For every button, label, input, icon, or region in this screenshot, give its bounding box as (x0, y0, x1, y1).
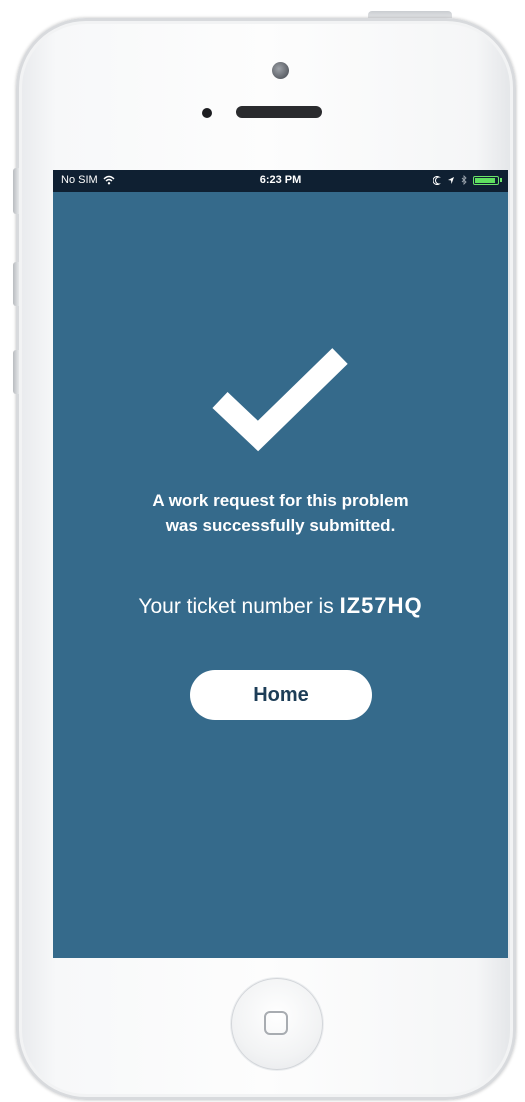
device-mockup: No SIM 6:23 PM A work request for this p… (0, 0, 525, 1102)
success-message-line2: was successfully submitted. (165, 516, 396, 535)
checkmark-icon (212, 348, 348, 452)
moon-icon (433, 175, 440, 185)
app-screen: No SIM 6:23 PM A work request for this p… (53, 170, 508, 958)
battery-cap (500, 178, 502, 182)
earpiece-speaker (236, 106, 322, 118)
volume-up-button (13, 262, 19, 306)
success-message: A work request for this problem was succ… (53, 488, 508, 538)
location-arrow-icon (448, 176, 454, 184)
status-bar-right (433, 175, 502, 185)
battery-icon (473, 175, 499, 185)
ticket-number-text: Your ticket number is IZ57HQ (53, 593, 508, 619)
hardware-home-button (231, 978, 323, 1070)
mute-switch (13, 168, 19, 214)
battery-indicator (473, 175, 502, 185)
status-bar: No SIM 6:23 PM (53, 170, 508, 192)
ticket-prefix: Your ticket number is (138, 595, 340, 618)
proximity-sensor (202, 108, 212, 118)
battery-fill (475, 177, 495, 183)
home-square-icon (264, 1011, 288, 1035)
volume-down-button (13, 350, 19, 394)
bluetooth-icon (461, 175, 467, 185)
ticket-code: IZ57HQ (339, 593, 423, 618)
home-button[interactable]: Home (190, 670, 372, 720)
success-message-line1: A work request for this problem (152, 491, 409, 510)
front-camera (272, 62, 289, 79)
